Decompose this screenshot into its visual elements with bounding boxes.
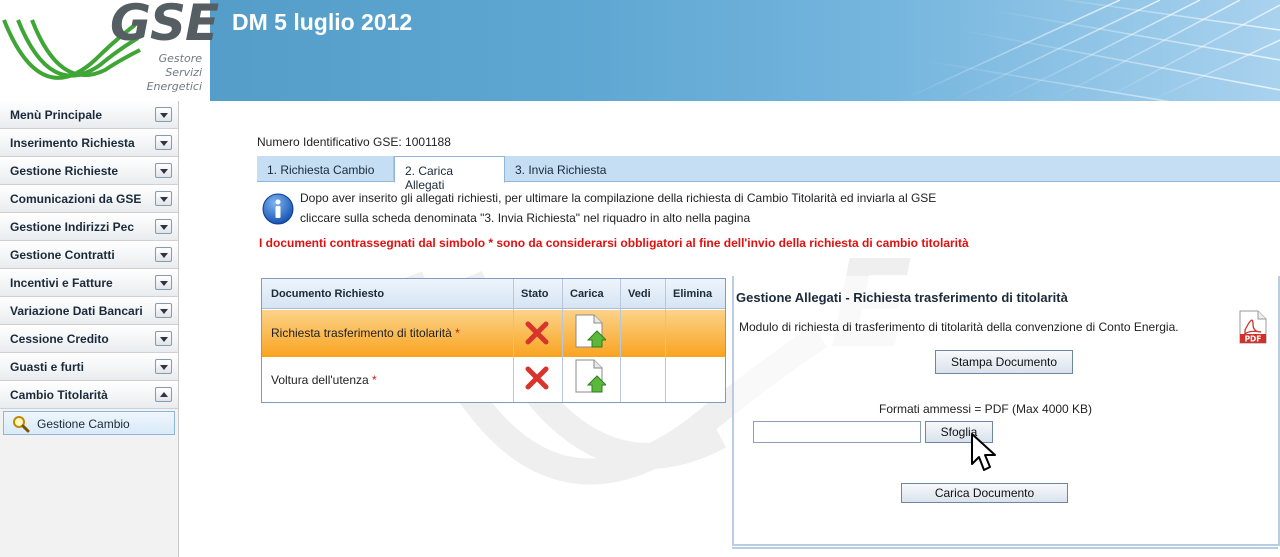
sidebar-item-label: Gestione Richieste bbox=[10, 164, 119, 178]
sidebar-item-label: Cambio Titolarità bbox=[10, 388, 108, 402]
column-divider bbox=[620, 279, 621, 402]
document-name: Richiesta trasferimento di titolarità * bbox=[271, 326, 460, 340]
solar-panels-image bbox=[899, 0, 1280, 101]
logo-subtitle: Gestore Servizi Energetici bbox=[147, 52, 202, 94]
chevron-down-icon[interactable] bbox=[155, 303, 172, 318]
document-name-text: Richiesta trasferimento di titolarità bbox=[271, 326, 452, 340]
sidebar-subitem-label: Gestione Cambio bbox=[37, 417, 130, 431]
upload-document-icon[interactable] bbox=[574, 359, 606, 393]
chevron-up-icon[interactable] bbox=[155, 387, 172, 402]
sidebar-item-label: Gestione Indirizzi Pec bbox=[10, 220, 135, 234]
tab-bar: 1. Richiesta Cambio 2. Carica Allegati 3… bbox=[257, 156, 1280, 192]
sidebar-item-incentivi-fatture[interactable]: Incentivi e Fatture bbox=[0, 269, 178, 297]
table-row[interactable]: Voltura dell'utenza * bbox=[262, 357, 725, 404]
tab-richiesta-cambio[interactable]: 1. Richiesta Cambio bbox=[257, 156, 394, 182]
sidebar-item-label: Comunicazioni da GSE bbox=[10, 192, 142, 206]
sidebar-item-label: Cessione Credito bbox=[10, 332, 109, 346]
logo-sub-line: Servizi bbox=[165, 66, 202, 79]
gse-logo[interactable]: GSE Gestore Servizi Energetici bbox=[0, 0, 219, 101]
attachment-panel: Gestione Allegati - Richiesta trasferime… bbox=[732, 276, 1280, 546]
chevron-down-icon[interactable] bbox=[155, 135, 172, 150]
table-row[interactable]: Richiesta trasferimento di titolarità * bbox=[262, 310, 725, 357]
chevron-down-icon[interactable] bbox=[155, 191, 172, 206]
tab-carica-allegati[interactable]: 2. Carica Allegati bbox=[394, 156, 505, 192]
sidebar-item-label: Incentivi e Fatture bbox=[10, 276, 113, 290]
chevron-down-icon[interactable] bbox=[155, 331, 172, 346]
print-document-button[interactable]: Stampa Documento bbox=[935, 350, 1073, 374]
sidebar-item-label: Variazione Dati Bancari bbox=[10, 304, 143, 318]
info-icon bbox=[262, 193, 294, 225]
document-name-text: Voltura dell'utenza bbox=[271, 373, 369, 387]
app-title: DM 5 luglio 2012 bbox=[232, 9, 413, 35]
panel-description: Modulo di richiesta di trasferimento di … bbox=[739, 320, 1179, 334]
required-mark: * bbox=[455, 326, 460, 340]
file-path-input[interactable] bbox=[753, 421, 921, 443]
sidebar-item-menu-principale[interactable]: Menù Principale bbox=[0, 101, 178, 129]
sidebar-item-label: Menù Principale bbox=[10, 108, 103, 122]
column-divider bbox=[562, 279, 563, 402]
sidebar-item-indirizzi-pec[interactable]: Gestione Indirizzi Pec bbox=[0, 213, 178, 241]
chevron-down-icon[interactable] bbox=[155, 219, 172, 234]
main-content: E Numero Identificativo GSE: 1001188 1. … bbox=[180, 101, 1280, 557]
logo-sub-line: Gestore bbox=[158, 52, 202, 65]
sidebar-item-label: Gestione Contratti bbox=[10, 248, 115, 262]
logo-text: GSE bbox=[110, 0, 219, 52]
chevron-down-icon[interactable] bbox=[155, 359, 172, 374]
sidebar: Menù Principale Inserimento Richiesta Ge… bbox=[0, 101, 179, 557]
sidebar-item-cessione-credito[interactable]: Cessione Credito bbox=[0, 325, 178, 353]
sidebar-item-gestione-richieste[interactable]: Gestione Richieste bbox=[0, 157, 178, 185]
warning-text: I documenti contrassegnati dal simbolo *… bbox=[259, 236, 969, 250]
column-divider bbox=[513, 279, 514, 402]
sidebar-subitem-gestione-cambio[interactable]: Gestione Cambio bbox=[3, 411, 175, 435]
header-documento: Documento Richiesto bbox=[271, 288, 385, 300]
sidebar-item-cambio-titolarita[interactable]: Cambio Titolarità bbox=[0, 381, 178, 409]
allowed-formats: Formati ammessi = PDF (Max 4000 KB) bbox=[879, 402, 1093, 416]
logo-sub-line: Energetici bbox=[146, 80, 202, 93]
sidebar-item-dati-bancari[interactable]: Variazione Dati Bancari bbox=[0, 297, 178, 325]
info-text-line-1: Dopo aver inserito gli allegati richiest… bbox=[300, 191, 937, 205]
header-elimina: Elimina bbox=[673, 288, 713, 300]
red-x-icon bbox=[525, 321, 549, 345]
tab-invia-richiesta[interactable]: 3. Invia Richiesta bbox=[505, 156, 618, 182]
table-header: Documento Richiesto Stato Carica Vedi El… bbox=[262, 279, 725, 309]
required-mark: * bbox=[372, 373, 377, 387]
chevron-down-icon[interactable] bbox=[155, 275, 172, 290]
sidebar-item-inserimento-richiesta[interactable]: Inserimento Richiesta bbox=[0, 129, 178, 157]
magnifier-icon bbox=[13, 416, 30, 433]
header: GSE Gestore Servizi Energetici DM 5 lugl… bbox=[0, 0, 1280, 101]
gse-identifier: Numero Identificativo GSE: 1001188 bbox=[257, 135, 451, 149]
sidebar-item-guasti-furti[interactable]: Guasti e furti bbox=[0, 353, 178, 381]
mouse-pointer-icon bbox=[971, 433, 996, 471]
upload-document-button[interactable]: Carica Documento bbox=[901, 483, 1068, 503]
chevron-down-icon[interactable] bbox=[155, 163, 172, 178]
column-divider bbox=[665, 279, 666, 402]
info-text-line-2: cliccare sulla scheda denominata "3. Inv… bbox=[300, 211, 751, 225]
header-vedi: Vedi bbox=[628, 288, 651, 300]
sidebar-item-label: Guasti e furti bbox=[10, 360, 85, 374]
panel-title: Gestione Allegati - Richiesta trasferime… bbox=[736, 290, 1068, 305]
chevron-down-icon[interactable] bbox=[155, 107, 172, 122]
document-name: Voltura dell'utenza * bbox=[271, 373, 377, 387]
panel-bottom-border bbox=[732, 547, 1278, 549]
pdf-label: PDF bbox=[1245, 335, 1262, 344]
sidebar-item-label: Inserimento Richiesta bbox=[10, 136, 135, 150]
pdf-icon[interactable]: PDF bbox=[1239, 310, 1267, 344]
red-x-icon bbox=[525, 366, 549, 390]
upload-document-icon[interactable] bbox=[574, 314, 606, 348]
sidebar-item-comunicazioni[interactable]: Comunicazioni da GSE bbox=[0, 185, 178, 213]
chevron-down-icon[interactable] bbox=[155, 247, 172, 262]
header-stato: Stato bbox=[521, 288, 549, 300]
header-carica: Carica bbox=[570, 288, 604, 300]
sidebar-item-gestione-contratti[interactable]: Gestione Contratti bbox=[0, 241, 178, 269]
documents-table: Documento Richiesto Stato Carica Vedi El… bbox=[261, 278, 726, 403]
